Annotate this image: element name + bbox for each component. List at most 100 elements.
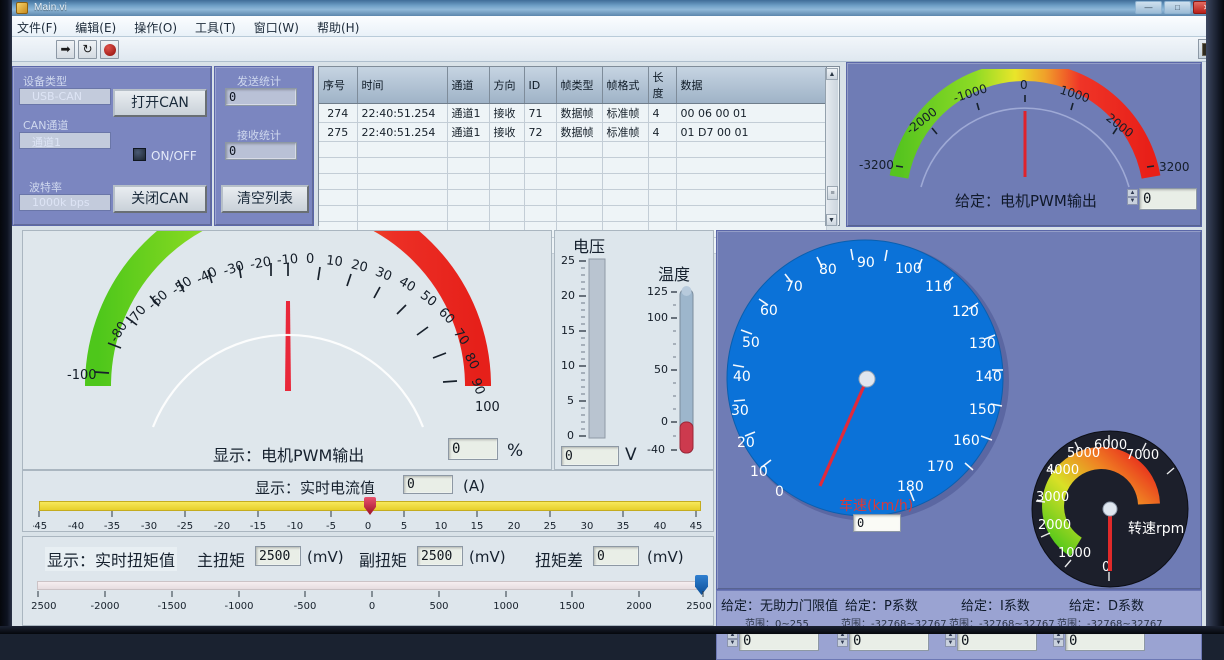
tick-label: -3200 <box>859 158 894 172</box>
tick-label: 70 <box>785 279 803 295</box>
tick-label: 20 <box>350 257 370 276</box>
menu-item-edit[interactable]: 编辑(E) <box>66 16 125 37</box>
tick-label: 150 <box>969 402 996 418</box>
device-type-label: 设备类型 <box>23 75 67 88</box>
menu-item-tools[interactable]: 工具(T) <box>186 16 245 37</box>
tick-label: 40 <box>396 274 418 295</box>
menubar[interactable]: 文件(F) 编辑(E) 操作(O) 工具(T) 窗口(W) 帮助(H) <box>8 16 1224 37</box>
onoff-led-indicator[interactable] <box>133 148 146 161</box>
col-id[interactable]: ID <box>524 67 557 104</box>
current-slider-panel: 显示：实时电流值 0 (A) -45 -40 -35 -30 -25 <box>22 470 714 532</box>
spinner-up-icon[interactable]: ▲ <box>1127 189 1138 197</box>
clear-list-button[interactable]: 清空列表 <box>221 185 309 213</box>
tick-label: 180 <box>897 479 924 495</box>
spinner-down-icon[interactable]: ▼ <box>727 639 738 647</box>
col-channel[interactable]: 通道 <box>447 67 490 104</box>
scroll-up-icon[interactable]: ▲ <box>826 68 838 80</box>
tick-label: -35 <box>104 521 120 531</box>
tick-label: -1500 <box>157 601 186 612</box>
tick-label: 30 <box>373 265 394 285</box>
tick-label: 1000 <box>1058 546 1091 561</box>
can-channel-label: CAN通道 <box>23 119 69 132</box>
table-row[interactable]: 274 22:40:51.254 通道1 接收 71 数据帧 标准帧 4 00 … <box>319 103 827 123</box>
device-type-select[interactable]: USB-CAN <box>19 88 111 105</box>
table-scrollbar[interactable]: ▲ ≡ ▼ <box>825 68 838 226</box>
menu-item-file[interactable]: 文件(F) <box>8 16 66 37</box>
torque-slider-panel: 显示：实时扭矩值 主扭矩 2500 (mV) 副扭矩 2500 (mV) 扭矩差… <box>22 536 714 626</box>
cell-dir: 接收 <box>489 103 525 123</box>
col-time[interactable]: 时间 <box>357 67 448 104</box>
baudrate-select[interactable]: 1000k bps <box>19 194 111 211</box>
tick-label: 0 <box>1020 78 1028 92</box>
table-row[interactable] <box>319 141 827 158</box>
table-row[interactable] <box>319 205 827 222</box>
baudrate-label: 波特率 <box>29 181 62 194</box>
maximize-button[interactable]: □ <box>1164 1 1191 14</box>
spinner-down-icon[interactable]: ▼ <box>837 639 848 647</box>
tick-label: 10 <box>750 464 768 480</box>
pwm-display-gauge: -100 -80 -70 -60 -50 -40 -30 -20 -10 0 1… <box>67 183 500 428</box>
tick-label: 0 <box>775 484 784 500</box>
d-coefficient-label: 给定：D系数 <box>1069 599 1145 614</box>
col-frametype[interactable]: 帧类型 <box>556 67 603 104</box>
engine-rpm-gauge: 0 1000 2000 3000 4000 5000 6000 7000 转速r… <box>1031 430 1189 588</box>
speed-rpm-panel: 0 10 20 30 40 50 60 70 80 90 100 110 120… <box>716 230 1202 590</box>
i-coefficient-value[interactable]: 0 <box>957 631 1037 651</box>
pwm-setpoint-spinner[interactable]: ▲ ▼ <box>1127 189 1138 205</box>
close-can-button[interactable]: 关闭CAN <box>113 185 207 213</box>
menu-item-operate[interactable]: 操作(O) <box>125 16 186 37</box>
scroll-down-icon[interactable]: ▼ <box>826 214 837 226</box>
send-count-label: 发送统计 <box>237 75 281 88</box>
tick-label: 100 <box>647 311 668 324</box>
col-seq[interactable]: 序号 <box>319 67 358 104</box>
spinner-down-icon[interactable]: ▼ <box>1053 639 1064 647</box>
run-button[interactable]: ➡ <box>56 40 75 59</box>
tick-label: 10 <box>435 521 448 531</box>
col-frameformat[interactable]: 帧格式 <box>602 67 649 104</box>
tick-label: 15 <box>471 521 484 531</box>
spinner-down-icon[interactable]: ▼ <box>945 639 956 647</box>
run-continuously-button[interactable]: ↻ <box>78 40 97 59</box>
assist-threshold-value[interactable]: 0 <box>739 631 819 651</box>
col-dir[interactable]: 方向 <box>489 67 525 104</box>
tick-label: 10 <box>325 253 343 270</box>
tick-label: 5 <box>401 521 407 531</box>
photographed-monitor: Main.vi — □ ✕ 文件(F) 编辑(E) 操作(O) 工具(T) 窗口… <box>0 0 1224 660</box>
i-coefficient-label: 给定：I系数 <box>961 599 1030 614</box>
sub-torque-unit: (mV) <box>469 548 506 566</box>
tick-label: 2000 <box>1038 518 1071 533</box>
tick-label: 20 <box>737 435 755 451</box>
col-data[interactable]: 数据 <box>676 67 827 104</box>
tick-label: 90 <box>857 255 875 271</box>
col-length[interactable]: 长度 <box>648 67 677 104</box>
tick-label: 3000 <box>1036 490 1069 505</box>
spinner-down-icon[interactable]: ▼ <box>1127 197 1138 205</box>
table-row[interactable] <box>319 157 827 174</box>
abort-execution-button[interactable] <box>100 40 119 59</box>
can-message-table[interactable]: 序号 时间 通道 方向 ID 帧类型 帧格式 长度 数据 274 22:40:5… <box>318 66 840 254</box>
vi-icon <box>16 2 28 14</box>
p-coefficient-value[interactable]: 0 <box>849 631 929 651</box>
scrollbar-thumb[interactable]: ≡ <box>827 186 838 200</box>
tick-label: -500 <box>294 601 317 612</box>
tick-label: -2500 <box>31 601 57 612</box>
open-can-button[interactable]: 打开CAN <box>113 89 207 117</box>
menu-item-help[interactable]: 帮助(H) <box>308 16 368 37</box>
minimize-button[interactable]: — <box>1135 1 1162 14</box>
table-row[interactable] <box>319 173 827 190</box>
pwm-setpoint-value[interactable]: 0 <box>1139 188 1197 210</box>
d-coefficient-value[interactable]: 0 <box>1065 631 1145 651</box>
menu-item-window[interactable]: 窗口(W) <box>245 16 308 37</box>
cell-id: 72 <box>524 122 557 142</box>
table-row[interactable]: 275 22:40:51.254 通道1 接收 72 数据帧 标准帧 4 01 … <box>319 122 827 142</box>
gauge-needle <box>285 301 291 391</box>
cell-channel: 通道1 <box>447 122 490 142</box>
cell-frameformat: 标准帧 <box>602 122 649 142</box>
torque-slider-track[interactable] <box>37 581 703 590</box>
can-channel-select[interactable]: 通道1 <box>19 132 111 149</box>
pwm-setpoint-label: 给定：电机PWM输出 <box>955 192 1097 210</box>
tick-label: 30 <box>731 403 749 419</box>
table-row[interactable] <box>319 189 827 206</box>
tick-label: -30 <box>221 258 246 279</box>
tick-label: -5 <box>326 521 336 531</box>
